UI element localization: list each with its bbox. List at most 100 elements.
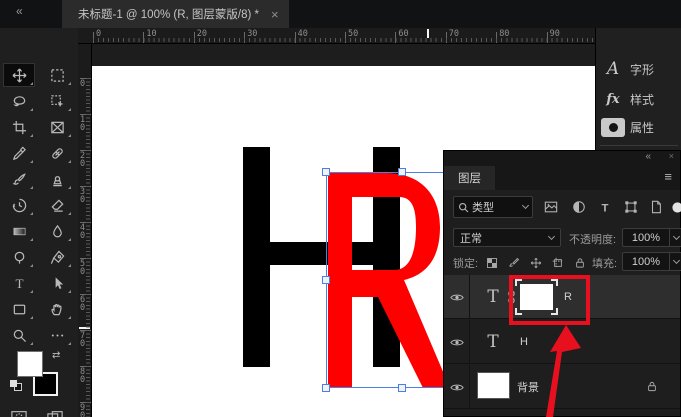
pen-tool-button[interactable] — [42, 246, 72, 268]
dodge-tool-button[interactable] — [4, 246, 34, 268]
tab-bar: « 未标题-1 @ 100% (R, 图层蒙版/8) * × — [0, 0, 681, 28]
visibility-toggle[interactable] — [444, 365, 470, 409]
layer-row-h[interactable]: T H — [444, 320, 680, 364]
artboard-icon — [552, 257, 564, 269]
zoom-tool-button[interactable] — [4, 324, 34, 346]
svg-text:T: T — [15, 276, 23, 291]
layer-filter-toggle[interactable] — [668, 198, 681, 216]
styles-fx-icon: fx — [596, 92, 630, 107]
healing-brush-icon — [50, 146, 65, 161]
horizontal-ruler[interactable]: 0102030405060708090 — [78, 28, 595, 44]
transform-handle-bottom-left[interactable] — [322, 384, 330, 392]
history-brush-tool-button[interactable] — [4, 194, 34, 216]
clone-stamp-tool-button[interactable] — [42, 168, 72, 190]
document-tab[interactable]: 未标题-1 @ 100% (R, 图层蒙版/8) * × — [62, 0, 289, 28]
lasso-tool-button[interactable] — [4, 90, 34, 112]
layers-panel: « × 图层 ≡ 类型 T 正常 不透明度: 100% — [443, 150, 681, 417]
move-tool-button[interactable] — [4, 64, 34, 86]
visibility-toggle[interactable] — [444, 275, 470, 319]
gradient-tool-button[interactable] — [4, 220, 34, 242]
swap-colors-icon[interactable]: ⇄ — [52, 350, 60, 361]
type-layer-thumbnail[interactable]: T — [480, 320, 506, 364]
screen-mode-button[interactable] — [40, 406, 70, 417]
fill-input[interactable]: 100% — [622, 252, 670, 271]
layer-name-h[interactable]: H — [520, 320, 528, 364]
filter-smart-objects-button[interactable] — [647, 198, 665, 216]
collapse-panels-icon[interactable]: « — [16, 4, 22, 18]
eye-icon — [450, 293, 464, 302]
blend-mode-select[interactable]: 正常 — [453, 228, 561, 247]
dock-label-glyphs: 字形 — [630, 61, 654, 78]
filter-pixel-layers-button[interactable] — [542, 198, 560, 216]
blur-tool-button[interactable] — [42, 220, 72, 242]
eyedropper-tool-button[interactable] — [4, 142, 34, 164]
move-icon — [12, 68, 27, 83]
healing-brush-tool-button[interactable] — [42, 142, 72, 164]
dock-item-glyphs[interactable]: A 字形 — [596, 56, 681, 82]
filter-shape-layers-button[interactable] — [622, 198, 640, 216]
type-layer-thumbnail[interactable]: T — [480, 275, 506, 319]
visibility-toggle[interactable] — [444, 320, 470, 364]
lock-image-pixels-button[interactable] — [506, 255, 522, 271]
lock-transparent-pixels-button[interactable] — [484, 255, 500, 271]
blend-mode-row: 正常 不透明度: 100% — [444, 227, 680, 251]
panel-collapse-icon[interactable]: « — [645, 151, 650, 162]
crop-tool-button[interactable] — [4, 116, 34, 138]
frame-tool-button[interactable] — [42, 116, 72, 138]
foreground-color-swatch[interactable] — [17, 351, 43, 377]
padlock-icon — [574, 257, 586, 269]
history-brush-icon — [12, 198, 27, 213]
dock-label-styles: 样式 — [630, 91, 654, 108]
opacity-dropdown[interactable] — [670, 228, 681, 247]
transform-handle-mid-left[interactable] — [322, 276, 330, 284]
layer-mask-thumbnail[interactable] — [520, 284, 553, 310]
pen-icon — [50, 250, 65, 265]
fill-dropdown[interactable] — [670, 252, 681, 271]
lock-artboard-button[interactable] — [550, 255, 566, 271]
adjustment-half-circle-icon — [572, 200, 586, 214]
tab-layers[interactable]: 图层 — [444, 166, 495, 190]
eraser-tool-button[interactable] — [42, 194, 72, 216]
background-layer-thumbnail[interactable] — [477, 372, 510, 399]
dock-item-properties-mask[interactable]: 属性 — [596, 114, 681, 140]
path-selection-tool-button[interactable] — [42, 272, 72, 294]
close-tab-icon[interactable]: × — [271, 7, 279, 22]
lock-position-button[interactable] — [528, 255, 544, 271]
dock-item-styles[interactable]: fx 样式 — [596, 86, 681, 112]
cursor-position-marker-h — [427, 29, 429, 38]
layer-mask-link-icon[interactable] — [507, 290, 516, 304]
rectangle-tool-button[interactable] — [4, 298, 34, 320]
layer-name-background[interactable]: 背景 — [517, 365, 539, 409]
filter-type-layers-button[interactable]: T — [596, 198, 614, 216]
dock-divider — [600, 145, 678, 146]
brush-tool-button[interactable] — [4, 168, 34, 190]
quick-mask-icon — [11, 410, 27, 417]
transform-handle-bottom-center[interactable] — [398, 384, 406, 392]
layer-row-r[interactable]: T R — [444, 275, 680, 319]
panel-menu-icon[interactable]: ≡ — [664, 169, 672, 184]
mask-properties-icon — [601, 118, 625, 137]
edit-toolbar-button[interactable] — [42, 324, 72, 346]
hand-tool-button[interactable] — [42, 298, 72, 320]
quick-mask-button[interactable] — [4, 406, 34, 417]
default-colors-icon[interactable] — [10, 380, 22, 391]
type-tool-button[interactable]: T — [4, 272, 34, 294]
lock-all-button[interactable] — [572, 255, 588, 271]
marquee-tool-button[interactable] — [42, 64, 72, 86]
transform-handle-top-center[interactable] — [398, 168, 406, 176]
quick-selection-tool-button[interactable] — [42, 90, 72, 112]
eraser-icon — [50, 198, 65, 213]
layer-row-background[interactable]: 背景 — [444, 365, 680, 409]
panel-close-icon[interactable]: × — [669, 151, 674, 161]
blend-mode-value: 正常 — [460, 230, 549, 246]
layer-name-r[interactable]: R — [564, 275, 572, 319]
opacity-input[interactable]: 100% — [622, 228, 670, 247]
move-small-icon — [530, 257, 542, 269]
h-ruler-label: 40 — [298, 29, 308, 39]
filter-adjustment-layers-button[interactable] — [570, 198, 588, 216]
eye-icon — [450, 383, 464, 392]
layer-filter-type-select[interactable]: 类型 — [453, 196, 533, 218]
eye-icon — [450, 338, 464, 347]
vertical-ruler[interactable]: 01 02 03 04 05 06 07 08 09 0 — [78, 44, 92, 417]
transform-handle-top-left[interactable] — [322, 168, 330, 176]
